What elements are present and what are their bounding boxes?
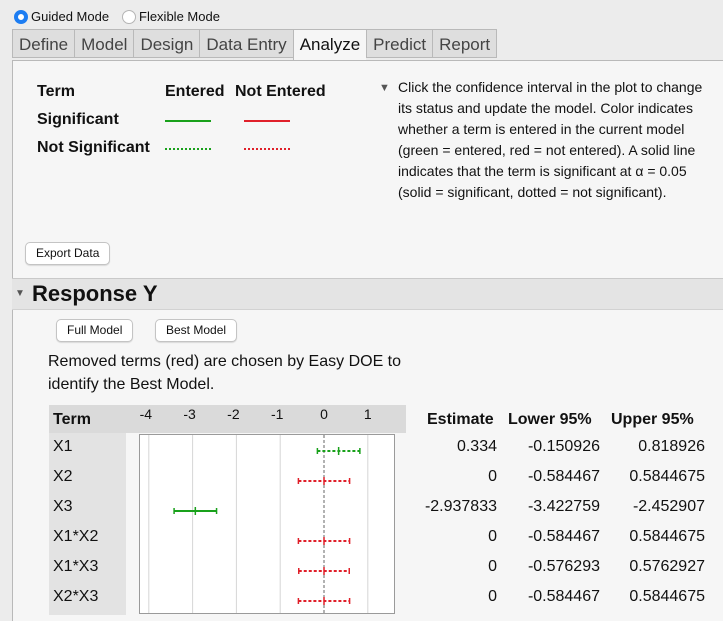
tab-bar: Define Model Design Data Entry Analyze P… — [12, 29, 498, 61]
flexible-mode-label: Flexible Mode — [139, 9, 220, 25]
legend-not-entered-not-significant-line — [244, 148, 290, 150]
upper95-cell: 0.5844675 — [629, 528, 705, 545]
tab-model[interactable]: Model — [74, 29, 134, 58]
ci-bar-x2-x3[interactable] — [297, 597, 351, 605]
response-collapse-icon[interactable]: ▼ — [15, 288, 25, 299]
response-title: Response Y — [32, 281, 158, 306]
ci-bar-x1-x2[interactable] — [297, 537, 351, 545]
estimate-header: Estimate — [427, 411, 494, 428]
ci-plot[interactable] — [139, 434, 395, 614]
estimate-cell: 0 — [488, 528, 497, 545]
estimate-cell: 0.334 — [456, 438, 497, 455]
best-model-button[interactable]: Best Model — [155, 319, 238, 342]
upper95-cell: 0.818926 — [638, 438, 705, 455]
upper95-cell: 0.5844675 — [629, 588, 705, 605]
tab-data-entry[interactable]: Data Entry — [199, 29, 293, 58]
flexible-mode-radio[interactable] — [122, 9, 136, 24]
best-model-note: Removed terms (red) are chosen by Easy D… — [48, 353, 402, 393]
term-cell: X1 — [53, 438, 73, 455]
ci-bar-x3[interactable] — [173, 507, 218, 515]
collapse-triangle-icon[interactable]: ▼ — [379, 82, 390, 94]
axis-tick-label: -1 — [270, 406, 284, 422]
legend-entered-not-significant-line — [165, 148, 211, 150]
lower95-cell: -0.584467 — [527, 528, 600, 545]
estimate-cell: -2.937833 — [424, 498, 497, 515]
axis-tick-label: -3 — [183, 406, 196, 422]
mode-guided[interactable]: Guided Mode — [14, 8, 109, 26]
ci-bar-x1-x3[interactable] — [298, 567, 350, 575]
term-cell: X2 — [53, 468, 73, 485]
export-data-button[interactable]: Export Data — [25, 242, 111, 265]
lower95-cell: -0.584467 — [527, 468, 600, 485]
tab-analyze[interactable]: Analyze — [292, 29, 367, 61]
lower95-cell: -0.584467 — [527, 588, 600, 605]
legend-entered-significant-line — [165, 120, 211, 122]
help-text: Click the confidence interval in the plo… — [398, 79, 703, 200]
legend-not-significant: Not Significant — [37, 139, 150, 156]
estimate-cell: 0 — [488, 588, 497, 605]
upper95-cell: -2.452907 — [632, 498, 705, 515]
legend-significant: Significant — [37, 111, 119, 128]
estimate-cell: 0 — [488, 468, 497, 485]
ci-plot-svg[interactable] — [140, 435, 394, 613]
lower95-header: Lower 95% — [508, 411, 592, 428]
lower95-cell: -0.576293 — [527, 558, 600, 575]
tab-define[interactable]: Define — [12, 29, 75, 58]
estimate-cell: 0 — [488, 558, 497, 575]
guided-mode-label: Guided Mode — [31, 9, 110, 25]
legend-entered-header: Entered — [165, 83, 225, 100]
mode-flexible[interactable]: Flexible Mode — [122, 8, 220, 26]
legend-not-entered-significant-line — [244, 120, 290, 122]
legend-term-header: Term — [37, 83, 75, 100]
tab-report[interactable]: Report — [432, 29, 498, 58]
tab-predict[interactable]: Predict — [366, 29, 433, 58]
upper95-cell: 0.5762927 — [629, 558, 705, 575]
guided-mode-radio[interactable] — [14, 9, 28, 24]
lower95-cell: -0.150926 — [527, 438, 600, 455]
upper95-cell: 0.5844675 — [629, 468, 705, 485]
ci-bar-x2[interactable] — [297, 477, 351, 485]
axis-tick-label: 1 — [363, 406, 372, 422]
term-cell: X3 — [53, 498, 73, 515]
lower95-cell: -3.422759 — [527, 498, 600, 515]
axis-tick-label: -2 — [227, 406, 240, 422]
legend-not-entered-header: Not Entered — [235, 83, 326, 100]
term-header: Term — [53, 411, 91, 428]
axis-tick-label: 0 — [320, 406, 328, 422]
tab-design[interactable]: Design — [133, 29, 200, 58]
full-model-button[interactable]: Full Model — [56, 319, 134, 342]
upper95-header: Upper 95% — [611, 411, 694, 428]
ci-bar-x1[interactable] — [316, 447, 361, 455]
term-cell: X1*X2 — [53, 528, 99, 545]
term-cell: X2*X3 — [53, 588, 99, 605]
axis-tick-label: -4 — [139, 406, 153, 422]
term-cell: X1*X3 — [53, 558, 99, 575]
